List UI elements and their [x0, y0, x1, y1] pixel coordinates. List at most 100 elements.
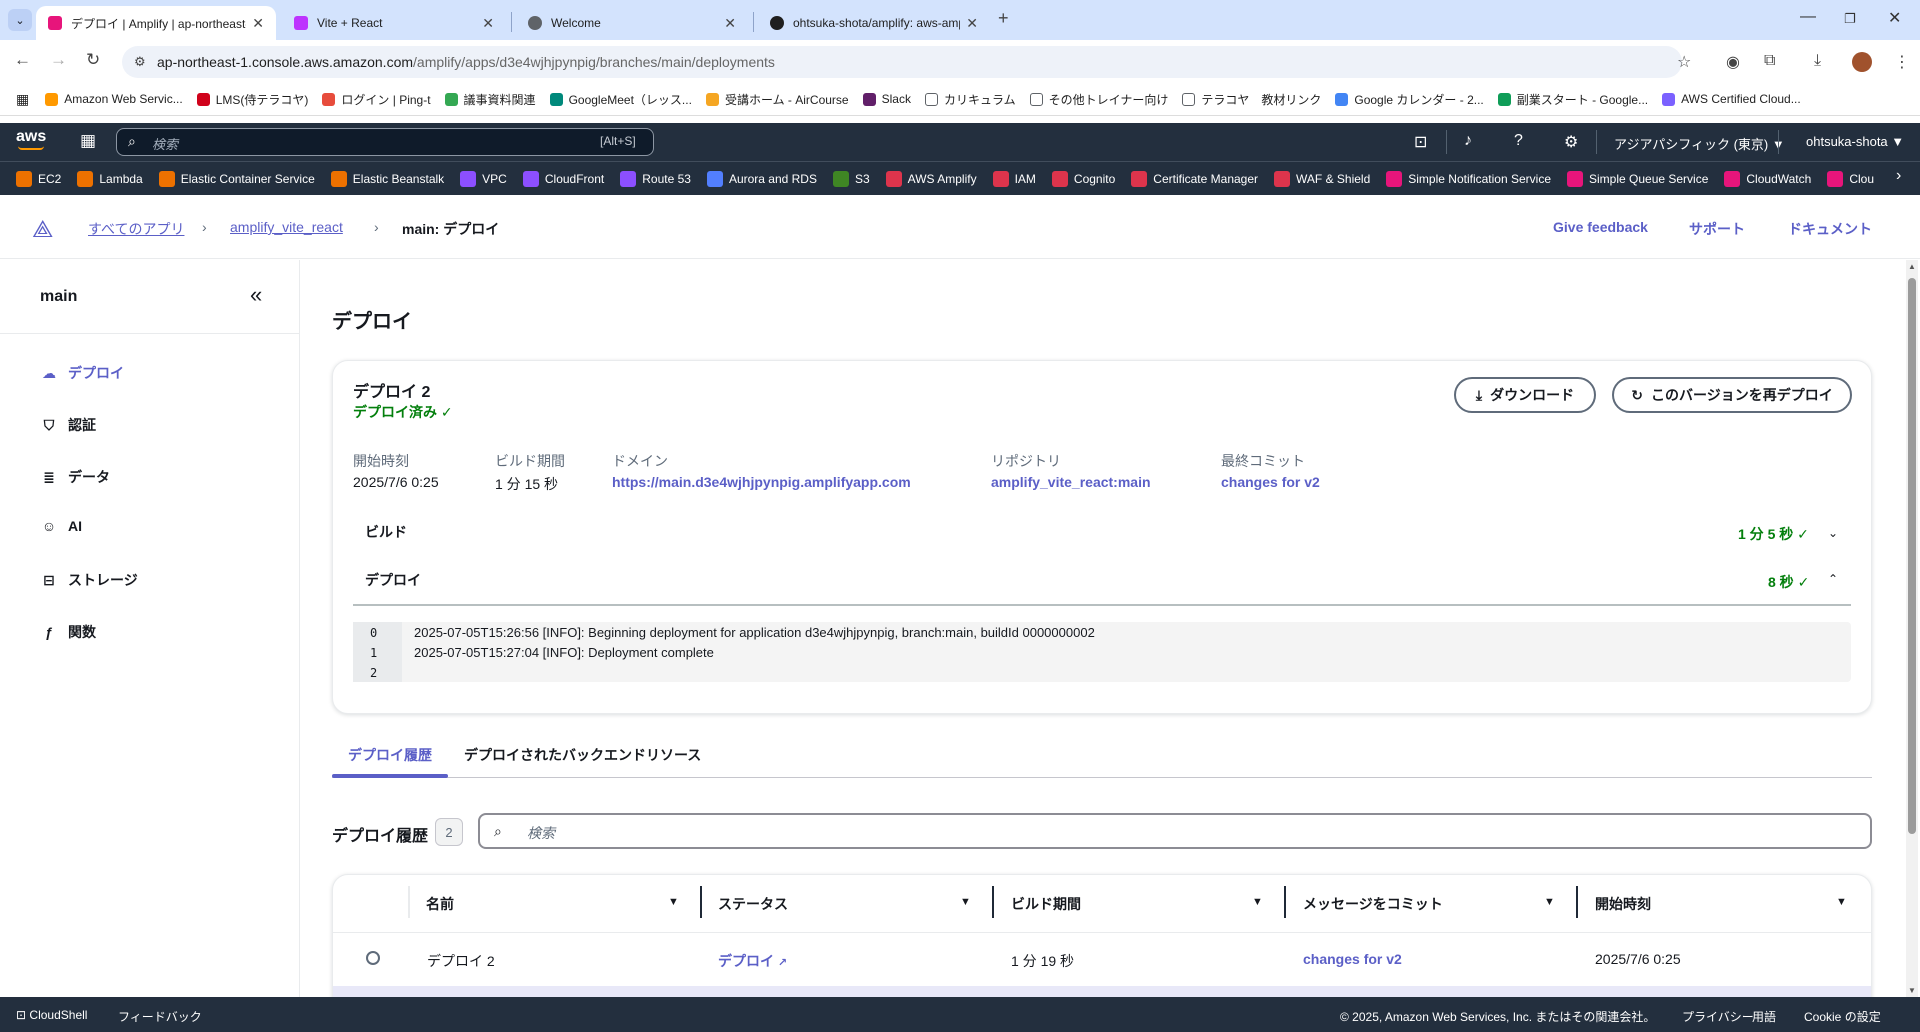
- documentation-link[interactable]: ドキュメント: [1788, 219, 1872, 239]
- close-tab-icon[interactable]: ✕: [252, 15, 264, 32]
- scroll-up-icon[interactable]: ▲: [1908, 262, 1916, 271]
- service-lambda[interactable]: Lambda: [77, 170, 143, 187]
- service-cloudfront[interactable]: CloudFront: [522, 170, 604, 187]
- service-s3[interactable]: S3: [832, 170, 870, 187]
- bookmark-item[interactable]: Slack: [862, 92, 911, 106]
- stage-deploy[interactable]: デプロイ: [365, 570, 421, 590]
- sidebar-item-data[interactable]: ≣ データ: [40, 467, 110, 487]
- close-tab-icon[interactable]: ✕: [724, 15, 736, 32]
- service-beanstalk[interactable]: Elastic Beanstalk: [330, 170, 444, 187]
- column-separator[interactable]: [700, 886, 702, 918]
- region-selector[interactable]: アジアパシフィック (東京) ▼: [1614, 134, 1785, 153]
- close-tab-icon[interactable]: ✕: [482, 15, 494, 32]
- sort-caret-icon[interactable]: ▼: [1252, 896, 1263, 908]
- terms-link[interactable]: 用語: [1752, 1008, 1776, 1025]
- tab-backend-resources[interactable]: デプロイされたバックエンドリソース: [464, 745, 701, 765]
- domain-link[interactable]: https://main.d3e4wjhjpynpig.amplifyapp.c…: [612, 474, 911, 490]
- site-info-icon[interactable]: ⚙: [134, 54, 146, 70]
- chevron-up-icon[interactable]: ⌃: [1828, 572, 1838, 586]
- service-ecs[interactable]: Elastic Container Service: [158, 170, 315, 187]
- column-separator[interactable]: [1576, 886, 1578, 918]
- gear-icon[interactable]: ⚙: [1564, 132, 1578, 152]
- sidebar-item-auth[interactable]: ⛉ 認証: [40, 415, 96, 435]
- bookmark-item[interactable]: Google カレンダー - 2...: [1335, 91, 1484, 108]
- tab-search-button[interactable]: ⌄: [8, 9, 32, 31]
- repository-link[interactable]: amplify_vite_react:main: [991, 474, 1151, 490]
- close-window-icon[interactable]: ✕: [1888, 8, 1901, 28]
- bookmark-item[interactable]: 議事資料関連: [444, 91, 536, 108]
- sidebar-item-functions[interactable]: ƒ 関数: [40, 622, 96, 642]
- scroll-down-icon[interactable]: ▼: [1908, 986, 1916, 995]
- breadcrumb-app[interactable]: amplify_vite_react: [230, 219, 343, 235]
- aws-logo[interactable]: aws: [16, 128, 46, 146]
- minimize-icon[interactable]: —: [1800, 8, 1816, 26]
- feedback-link[interactable]: フィードバック: [118, 1008, 202, 1025]
- give-feedback-link[interactable]: Give feedback: [1553, 219, 1648, 235]
- privacy-link[interactable]: プライバシー: [1682, 1008, 1754, 1025]
- new-tab-icon[interactable]: +: [998, 8, 1009, 29]
- sort-caret-icon[interactable]: ▼: [1544, 896, 1555, 908]
- row-select-radio[interactable]: [366, 951, 380, 965]
- browser-tab-welcome[interactable]: Welcome ✕: [516, 6, 748, 40]
- column-header-commit[interactable]: メッセージをコミット: [1303, 894, 1443, 914]
- close-tab-icon[interactable]: ✕: [966, 15, 978, 32]
- bookmark-folder[interactable]: テラコヤ 教材リンク: [1182, 91, 1321, 108]
- bookmark-folder[interactable]: その他トレイナー向け: [1029, 91, 1168, 108]
- sidebar-item-storage[interactable]: ⊟ ストレージ: [40, 570, 138, 590]
- menu-dots-icon[interactable]: ⋮: [1894, 52, 1910, 72]
- service-amplify[interactable]: AWS Amplify: [885, 170, 977, 187]
- forward-icon[interactable]: →: [50, 50, 67, 70]
- help-icon[interactable]: ?: [1514, 132, 1523, 150]
- redeploy-button[interactable]: ↻ このバージョンを再デプロイ: [1612, 377, 1852, 413]
- sidebar-item-ai[interactable]: ☺ AI: [40, 518, 82, 534]
- sort-caret-icon[interactable]: ▼: [1836, 896, 1847, 908]
- service-sqs[interactable]: Simple Queue Service: [1567, 170, 1708, 187]
- last-commit-link[interactable]: changes for v2: [1221, 474, 1320, 490]
- service-cognito[interactable]: Cognito: [1051, 170, 1115, 187]
- bookmark-item[interactable]: Amazon Web Servic...: [45, 92, 183, 106]
- service-ec2[interactable]: EC2: [16, 170, 61, 187]
- amplify-logo-icon[interactable]: ⟁: [32, 216, 53, 244]
- bookmark-star-icon[interactable]: ☆: [1677, 52, 1691, 72]
- reload-icon[interactable]: ↻: [86, 50, 100, 70]
- service-iam[interactable]: IAM: [992, 170, 1036, 187]
- column-header-duration[interactable]: ビルド期間: [1011, 894, 1081, 914]
- column-separator[interactable]: [992, 886, 994, 918]
- history-search-input[interactable]: [478, 813, 1872, 849]
- aws-search-input[interactable]: [116, 128, 654, 156]
- camera-icon[interactable]: ◉: [1726, 52, 1740, 72]
- service-vpc[interactable]: VPC: [460, 170, 507, 187]
- download-button[interactable]: ⤓ ダウンロード: [1454, 377, 1596, 413]
- browser-tab-amplify[interactable]: デプロイ | Amplify | ap-northeast-1 ✕: [36, 6, 276, 40]
- profile-avatar[interactable]: [1852, 52, 1872, 72]
- scrollbar-thumb[interactable]: [1908, 278, 1916, 834]
- cell-commit-link[interactable]: changes for v2: [1303, 951, 1402, 967]
- cell-status-link[interactable]: デプロイ ↗: [718, 951, 787, 971]
- stage-build[interactable]: ビルド: [365, 522, 407, 542]
- collapse-sidebar-icon[interactable]: «: [250, 282, 262, 308]
- chevron-down-icon[interactable]: ⌄: [1828, 526, 1838, 540]
- column-separator[interactable]: [1284, 886, 1286, 918]
- download-icon[interactable]: ⤓: [1814, 52, 1821, 70]
- bookmark-item[interactable]: 副業スタート - Google...: [1497, 91, 1648, 108]
- bookmark-item[interactable]: GoogleMeet（レッス...: [549, 91, 692, 108]
- service-cloudtrail[interactable]: Clou: [1827, 170, 1874, 187]
- chevron-right-icon[interactable]: ›: [1896, 167, 1901, 185]
- account-menu[interactable]: ohtsuka-shota ▼: [1806, 134, 1904, 149]
- service-waf[interactable]: WAF & Shield: [1274, 170, 1370, 187]
- column-header-start[interactable]: 開始時刻: [1595, 894, 1651, 914]
- sort-caret-icon[interactable]: ▼: [668, 896, 679, 908]
- column-header-status[interactable]: ステータス: [718, 894, 788, 914]
- extensions-icon[interactable]: ⧉: [1764, 52, 1775, 70]
- services-menu-icon[interactable]: ▦: [80, 131, 96, 151]
- browser-tab-github[interactable]: ohtsuka-shota/amplify: aws-amplify ✕: [758, 6, 990, 40]
- restore-icon[interactable]: ❐: [1844, 11, 1856, 27]
- service-rds[interactable]: Aurora and RDS: [706, 170, 817, 187]
- column-header-name[interactable]: 名前: [426, 894, 454, 914]
- browser-tab-vite[interactable]: Vite + React ✕: [282, 6, 506, 40]
- apps-grid-icon[interactable]: ▦: [16, 91, 29, 108]
- bell-icon[interactable]: ♪: [1464, 132, 1472, 150]
- bookmark-folder[interactable]: カリキュラム: [924, 91, 1016, 108]
- cloudshell-icon[interactable]: ⊡: [1414, 132, 1427, 152]
- bookmark-item[interactable]: AWS Certified Cloud...: [1662, 92, 1801, 106]
